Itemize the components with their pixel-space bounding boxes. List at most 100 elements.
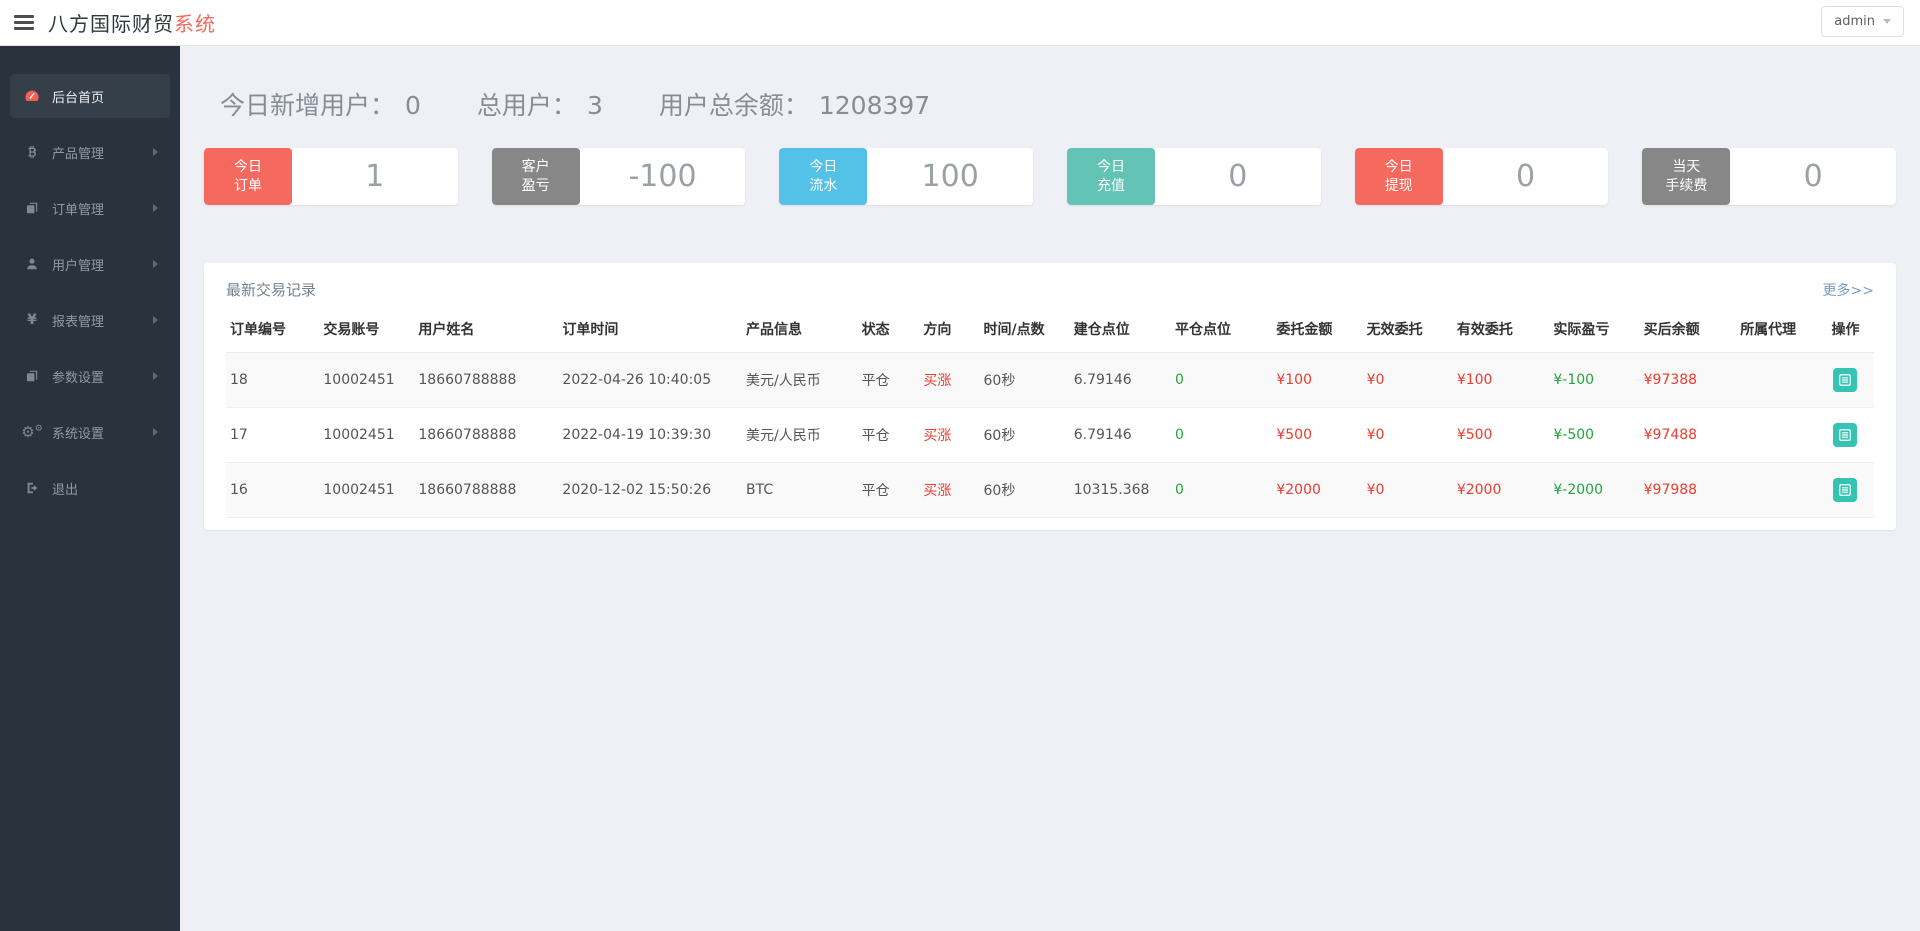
stat-card-value: 100: [921, 159, 979, 194]
column-header: 交易账号: [319, 306, 415, 353]
cell-agent: [1736, 407, 1817, 463]
chevron-right-icon: [153, 372, 158, 380]
summary-value: 3: [586, 91, 603, 120]
yen-icon: ¥: [27, 312, 37, 328]
sidebar-item-params[interactable]: 参数设置: [10, 354, 170, 398]
column-header: 有效委托: [1452, 306, 1550, 353]
caret-down-icon: [1883, 19, 1891, 24]
column-header: 买后余额: [1639, 306, 1737, 353]
cell-valid_entrust: ¥100: [1452, 352, 1550, 408]
chevron-right-icon: [153, 204, 158, 212]
sidebar-item-orders[interactable]: 订单管理: [10, 186, 170, 230]
cell-agent: [1736, 462, 1817, 518]
sidebar-item-users[interactable]: 用户管理: [10, 242, 170, 286]
detail-list-icon: [1838, 483, 1852, 497]
cell-entrust_amount: ¥2000: [1272, 462, 1363, 518]
cell-account: 10002451: [319, 407, 415, 463]
summary-item: 总用户： 3: [477, 86, 603, 122]
summary-item: 用户总余额： 1208397: [659, 86, 930, 122]
stat-card-label: 当天 手续费: [1642, 148, 1731, 205]
stat-card-label: 今日 订单: [204, 148, 292, 205]
logout-icon: [22, 481, 42, 495]
column-header: 状态: [857, 306, 920, 353]
sidebar-item-reports[interactable]: ¥ 报表管理: [10, 298, 170, 342]
sidebar-item-label: 退出: [52, 482, 79, 498]
stat-card-value: -100: [628, 159, 697, 194]
app-title-accent: 系统: [174, 12, 216, 36]
user-dropdown[interactable]: admin: [1821, 6, 1904, 37]
cell-order_time: 2022-04-26 10:40:05: [558, 352, 743, 408]
cell-duration: 60秒: [979, 352, 1070, 408]
cell-order_id: 18: [226, 352, 320, 408]
cell-status: 平仓: [857, 407, 920, 463]
cell-actual_profit: ¥-500: [1549, 407, 1640, 463]
cell-balance_after: ¥97488: [1639, 407, 1737, 463]
summary-item: 今日新增用户： 0: [220, 86, 421, 122]
cell-product: BTC: [742, 462, 858, 518]
summary-value: 0: [405, 91, 421, 120]
chevron-right-icon: [153, 260, 158, 268]
user-dropdown-label: admin: [1834, 14, 1875, 29]
main-content: 今日新增用户： 0 总用户： 3 用户总余额： 1208397 今日 订单 1 客户 盈亏 -100…: [180, 46, 1920, 931]
cell-actual_profit: ¥-100: [1549, 352, 1640, 408]
order-detail-button[interactable]: [1833, 423, 1858, 447]
order-files-icon: [22, 201, 42, 215]
cell-order_time: 2020-12-02 15:50:26: [558, 462, 743, 518]
column-header: 产品信息: [742, 306, 858, 353]
column-header: 无效委托: [1362, 306, 1453, 353]
sidebar-item-label: 订单管理: [52, 202, 105, 218]
app-title: 八方国际财贸系统: [48, 8, 216, 37]
table-title: 最新交易记录: [226, 281, 317, 299]
cell-agent: [1736, 352, 1817, 408]
cell-account: 10002451: [319, 462, 415, 518]
column-header: 建仓点位: [1069, 306, 1172, 353]
sidebar-item-label: 系统设置: [52, 426, 105, 442]
table-row: 16 10002451 18660788888 2020-12-02 15:50:26…: [226, 462, 1874, 518]
dashboard-icon: [22, 88, 42, 104]
stat-card-value: 0: [1228, 159, 1248, 194]
summary-label: 总用户：: [476, 91, 577, 120]
param-files-icon: [22, 369, 42, 383]
table-body: 18 10002451 18660788888 2022-04-26 10:40:05…: [226, 352, 1874, 518]
cell-close_point: 0: [1171, 352, 1273, 408]
column-header: 订单编号: [226, 306, 320, 353]
chevron-right-icon: [153, 428, 158, 436]
cell-balance_after: ¥97988: [1639, 462, 1737, 518]
hamburger-menu-icon[interactable]: [14, 12, 34, 33]
sidebar-item-system[interactable]: ⚙⚙ 系统设置: [10, 410, 170, 454]
stat-card-value: 0: [1515, 159, 1536, 194]
cell-balance_after: ¥97388: [1639, 352, 1737, 408]
stat-card: 当天 手续费 0: [1642, 148, 1897, 205]
sidebar-item-label: 后台首页: [52, 90, 105, 106]
chevron-right-icon: [153, 316, 158, 324]
cell-product: 美元/人民币: [742, 352, 858, 408]
summary-label: 用户总余额：: [658, 91, 809, 120]
cell-invalid_entrust: ¥0: [1362, 462, 1453, 518]
sidebar: 后台首页产品管理订单管理用户管理 ¥ 报表管理参数设置 ⚙⚙ 系统设置退出: [0, 46, 180, 931]
order-detail-button[interactable]: [1833, 368, 1858, 392]
table-row: 17 10002451 18660788888 2022-04-19 10:39:30…: [226, 407, 1874, 463]
sidebar-item-products[interactable]: 产品管理: [10, 130, 170, 174]
more-link[interactable]: 更多>>: [1823, 280, 1874, 300]
user-icon: [22, 257, 42, 271]
sidebar-item-label: 用户管理: [52, 258, 105, 274]
stat-card: 客户 盈亏 -100: [491, 148, 746, 205]
cell-open_point: 6.79146: [1069, 407, 1172, 463]
topbar: 八方国际财贸系统 admin: [0, 0, 1920, 46]
summary-value: 1208397: [818, 91, 931, 120]
bitcoin-icon: [22, 145, 42, 159]
cell-status: 平仓: [857, 462, 920, 518]
cell-account: 10002451: [319, 352, 415, 408]
cell-duration: 60秒: [979, 407, 1070, 463]
sidebar-item-home[interactable]: 后台首页: [10, 74, 170, 118]
order-detail-button[interactable]: [1833, 478, 1858, 502]
cell-entrust_amount: ¥100: [1272, 352, 1363, 408]
cell-status: 平仓: [857, 352, 920, 408]
cell-username: 18660788888: [414, 462, 559, 518]
column-header: 订单时间: [558, 306, 743, 353]
cell-actual_profit: ¥-2000: [1549, 462, 1640, 518]
column-header: 平仓点位: [1171, 306, 1273, 353]
sidebar-item-logout[interactable]: 退出: [10, 466, 170, 510]
cell-username: 18660788888: [414, 407, 559, 463]
sidebar-item-label: 参数设置: [52, 370, 105, 386]
